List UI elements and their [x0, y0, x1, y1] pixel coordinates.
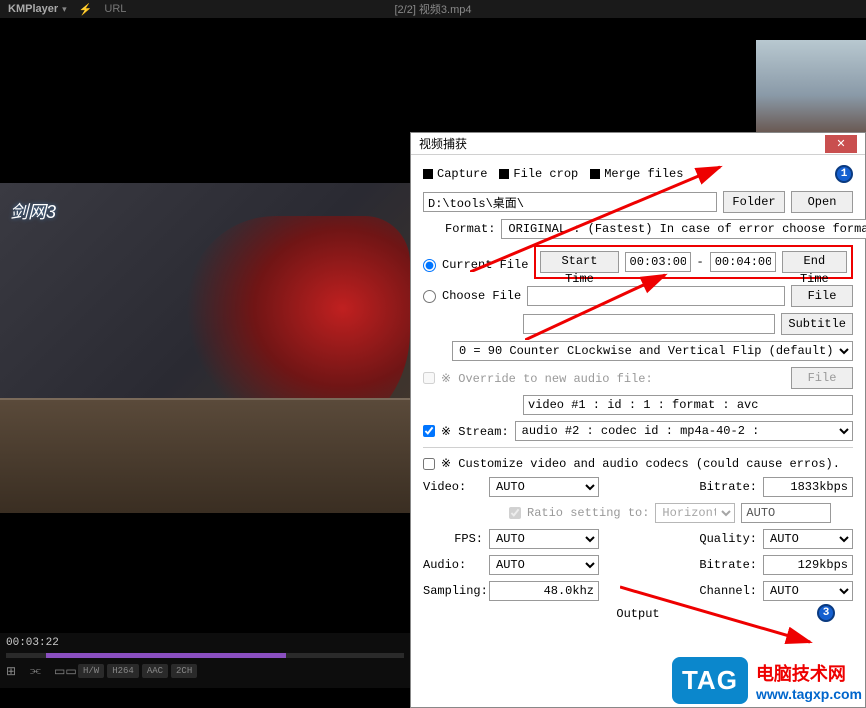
- watermark-tag: TAG: [672, 657, 748, 704]
- dialog-title: 视频捕获: [419, 135, 467, 152]
- chevron-down-icon[interactable]: ▾: [62, 4, 67, 15]
- ratio-value-input: [741, 503, 831, 523]
- annotation-badge-1: 1: [835, 165, 853, 183]
- link-icon[interactable]: ⫘: [30, 664, 44, 678]
- folder-button[interactable]: Folder: [723, 191, 785, 213]
- start-time-button[interactable]: Start Time: [540, 251, 618, 273]
- ratio-label: Ratio setting to:: [527, 506, 649, 520]
- progress-bar[interactable]: [6, 653, 404, 658]
- watermark-url: www.tagxp.com: [756, 686, 862, 702]
- player-bottombar: 00:03:22 ⊞ ⫘ ▭▭ H/WH264AAC2CH: [0, 633, 410, 688]
- stream-checkbox[interactable]: [423, 425, 435, 437]
- stream-select[interactable]: audio #2 : codec id : mp4a-40-2 :: [515, 421, 853, 441]
- watermark-cn: 电脑技术网: [756, 660, 862, 686]
- override-checkbox: [423, 372, 435, 384]
- video-info-field: [523, 395, 853, 415]
- grid-icon[interactable]: ⊞: [6, 664, 20, 678]
- video-bitrate-label: Bitrate:: [699, 480, 757, 494]
- bolt-icon[interactable]: ⚡: [79, 3, 93, 16]
- override-file-button: File: [791, 367, 853, 389]
- format-select[interactable]: ORIGINAL : (Fastest) In case of error ch…: [501, 219, 866, 239]
- subtitle-input[interactable]: [523, 314, 775, 334]
- video-label: Video:: [423, 480, 483, 494]
- ratio-checkbox: [509, 507, 521, 519]
- square-icon: [499, 169, 509, 179]
- watermark: TAG 电脑技术网 www.tagxp.com: [668, 653, 866, 708]
- dialog-titlebar[interactable]: 视频捕获 ✕: [411, 133, 865, 155]
- subtitle-button[interactable]: Subtitle: [781, 313, 853, 335]
- square-icon: [590, 169, 600, 179]
- current-file-radio[interactable]: [423, 259, 436, 272]
- time-range-box: Start Time - End Time: [534, 245, 853, 279]
- annotation-badge-3: 3: [817, 604, 835, 622]
- ratio-mode-select: Horizontal: [655, 503, 735, 523]
- channel-label: Channel:: [699, 584, 757, 598]
- tab-merge[interactable]: Merge files: [590, 167, 683, 181]
- choose-file-label: Choose File: [442, 289, 521, 303]
- file-button[interactable]: File: [791, 285, 853, 307]
- audio-bitrate-label: Bitrate:: [699, 558, 757, 572]
- choose-file-input[interactable]: [527, 286, 785, 306]
- tag-ch: 2CH: [171, 664, 197, 678]
- end-time-button[interactable]: End Time: [782, 251, 847, 273]
- video-bitrate-input[interactable]: [763, 477, 853, 497]
- override-label: ※ Override to new audio file:: [441, 371, 653, 386]
- start-time-input[interactable]: [625, 252, 691, 272]
- stream-label: ※ Stream:: [441, 424, 509, 439]
- time-dash: -: [697, 255, 704, 269]
- tab-filecrop[interactable]: File crop: [499, 167, 578, 181]
- quality-label: Quality:: [699, 532, 757, 546]
- customize-checkbox[interactable]: [423, 458, 435, 470]
- tab-row: Capture File crop Merge files 1: [423, 165, 853, 183]
- tag-codec: H264: [107, 664, 139, 678]
- fps-select[interactable]: AUTO: [489, 529, 599, 549]
- current-file-label: Current File: [442, 258, 528, 272]
- topbar: KMPlayer ▾ ⚡ URL [2/2] 视频3.mp4: [0, 0, 866, 18]
- game-logo-overlay: 剑网3: [10, 198, 56, 224]
- choose-file-radio[interactable]: [423, 290, 436, 303]
- sampling-label: Sampling:: [423, 584, 483, 598]
- rotation-select[interactable]: 0 = 90 Counter CLockwise and Vertical Fl…: [452, 341, 853, 361]
- channel-select[interactable]: AUTO: [763, 581, 853, 601]
- end-time-input[interactable]: [710, 252, 776, 272]
- tag-audio: AAC: [142, 664, 168, 678]
- video-codec-select[interactable]: AUTO: [489, 477, 599, 497]
- folder-path-input[interactable]: [423, 192, 717, 212]
- app-logo: KMPlayer: [8, 3, 58, 15]
- tab-capture[interactable]: Capture: [423, 167, 487, 181]
- timecode: 00:03:22: [6, 637, 404, 649]
- audio-bitrate-input[interactable]: [763, 555, 853, 575]
- customize-label: ※ Customize video and audio codecs (coul…: [441, 456, 840, 471]
- stream-tags: H/WH264AAC2CH: [78, 666, 200, 677]
- progress-fill: [46, 653, 286, 658]
- close-button[interactable]: ✕: [825, 135, 857, 153]
- open-button[interactable]: Open: [791, 191, 853, 213]
- square-icon: [423, 169, 433, 179]
- quality-select[interactable]: AUTO: [763, 529, 853, 549]
- audio-label: Audio:: [423, 558, 483, 572]
- tag-hw: H/W: [78, 664, 104, 678]
- audio-codec-select[interactable]: AUTO: [489, 555, 599, 575]
- video-content-ground: [0, 398, 410, 514]
- fps-label: FPS:: [423, 532, 483, 546]
- capture-dialog: 视频捕获 ✕ Capture File crop Merge files 1 F…: [410, 132, 866, 708]
- url-label[interactable]: URL: [104, 3, 126, 15]
- vr-icon[interactable]: ▭▭: [54, 664, 68, 678]
- sampling-input[interactable]: [489, 581, 599, 601]
- format-label: Format:: [445, 222, 495, 236]
- output-label: Output: [616, 607, 659, 621]
- window-title: [2/2] 视频3.mp4: [394, 1, 471, 17]
- video-frame[interactable]: 剑网3: [0, 183, 410, 513]
